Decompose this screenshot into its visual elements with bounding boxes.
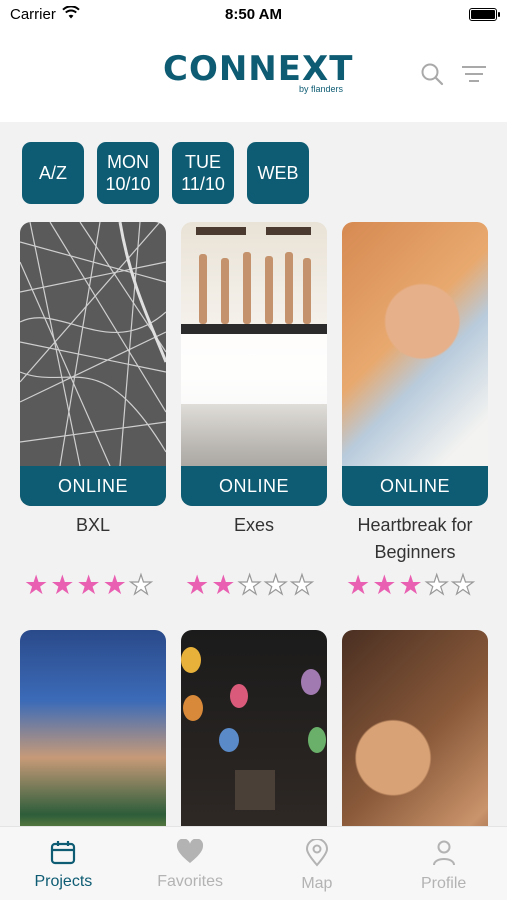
app-header: CONNEXT by flanders (0, 28, 507, 122)
chip-monday[interactable]: MON 10/10 (97, 142, 159, 204)
filter-chips: A/Z MON 10/10 TUE 11/10 WEB (22, 142, 309, 204)
star-empty-icon: ★ (424, 570, 449, 600)
rating-stars-heartbreak: ★ ★ ★ ★ ★ (346, 570, 486, 600)
star-filled-icon: ★ (24, 570, 49, 600)
star-filled-icon: ★ (50, 570, 75, 600)
couple-artwork (342, 222, 488, 506)
chip-web[interactable]: WEB (247, 142, 309, 204)
calendar-icon (51, 841, 76, 865)
search-button[interactable] (418, 60, 446, 88)
wifi-icon (62, 4, 80, 23)
star-filled-icon: ★ (102, 570, 127, 600)
logo-text: CONNEXT (163, 49, 354, 89)
carrier-label: Carrier (10, 5, 56, 23)
tab-profile[interactable]: Profile (380, 827, 507, 900)
balloons-graphic (181, 647, 326, 810)
tab-label: Projects (34, 873, 93, 890)
battery-icon (469, 7, 500, 21)
tab-favorites[interactable]: Favorites (127, 827, 254, 900)
star-empty-icon: ★ (128, 570, 154, 600)
status-badge: ONLINE (20, 466, 166, 506)
bed-legs-artwork (181, 222, 327, 506)
filter-icon (462, 66, 486, 82)
star-filled-icon: ★ (398, 570, 423, 600)
star-empty-icon: ★ (263, 570, 288, 600)
project-image: ONLINE (20, 222, 166, 506)
status-bar: Carrier 8:50 AM (0, 0, 507, 28)
chip-sort-az[interactable]: A/Z (22, 142, 84, 204)
tab-label: Favorites (157, 873, 224, 890)
star-empty-icon: ★ (237, 570, 262, 600)
rating-stars-bxl: ★ ★ ★ ★ ★ (24, 570, 164, 600)
heart-icon (177, 839, 204, 863)
map-pin-icon (305, 839, 328, 867)
project-title: BXL (75, 515, 111, 535)
filter-button[interactable] (460, 60, 488, 88)
star-filled-icon: ★ (372, 570, 397, 600)
status-left: Carrier (10, 4, 80, 23)
project-title: Heartbreak for Beginners (357, 515, 473, 562)
project-image: ONLINE (342, 222, 488, 506)
logo-subtitle: by flanders (298, 84, 343, 94)
project-image: ONLINE (181, 222, 327, 506)
star-filled-icon: ★ (346, 570, 371, 600)
star-empty-icon: ★ (289, 570, 315, 600)
project-title: Exes (233, 515, 275, 535)
app-logo: CONNEXT by flanders (163, 49, 354, 98)
star-filled-icon: ★ (211, 570, 236, 600)
tab-map[interactable]: Map (254, 827, 381, 900)
star-filled-icon: ★ (76, 570, 101, 600)
star-empty-icon: ★ (450, 570, 476, 600)
project-card-bxl[interactable]: ONLINE BXL (20, 222, 166, 539)
tab-label: Map (301, 875, 333, 892)
street-map-graphic (20, 222, 166, 467)
status-badge: ONLINE (181, 466, 327, 506)
status-badge: ONLINE (342, 466, 488, 506)
bottom-tab-bar: Projects Favorites Map Profile (0, 826, 507, 900)
project-card-exes[interactable]: ONLINE Exes (181, 222, 327, 539)
tab-label: Profile (420, 875, 467, 892)
tab-projects[interactable]: Projects (0, 827, 127, 900)
person-icon (432, 840, 455, 866)
map-artwork (20, 222, 166, 506)
star-filled-icon: ★ (185, 570, 210, 600)
chip-tuesday[interactable]: TUE 11/10 (172, 142, 234, 204)
search-icon (421, 63, 444, 86)
legs-graphic (181, 227, 327, 404)
project-card-heartbreak[interactable]: ONLINE Heartbreak for Beginners (342, 222, 488, 566)
rating-stars-exes: ★ ★ ★ ★ ★ (185, 570, 325, 600)
